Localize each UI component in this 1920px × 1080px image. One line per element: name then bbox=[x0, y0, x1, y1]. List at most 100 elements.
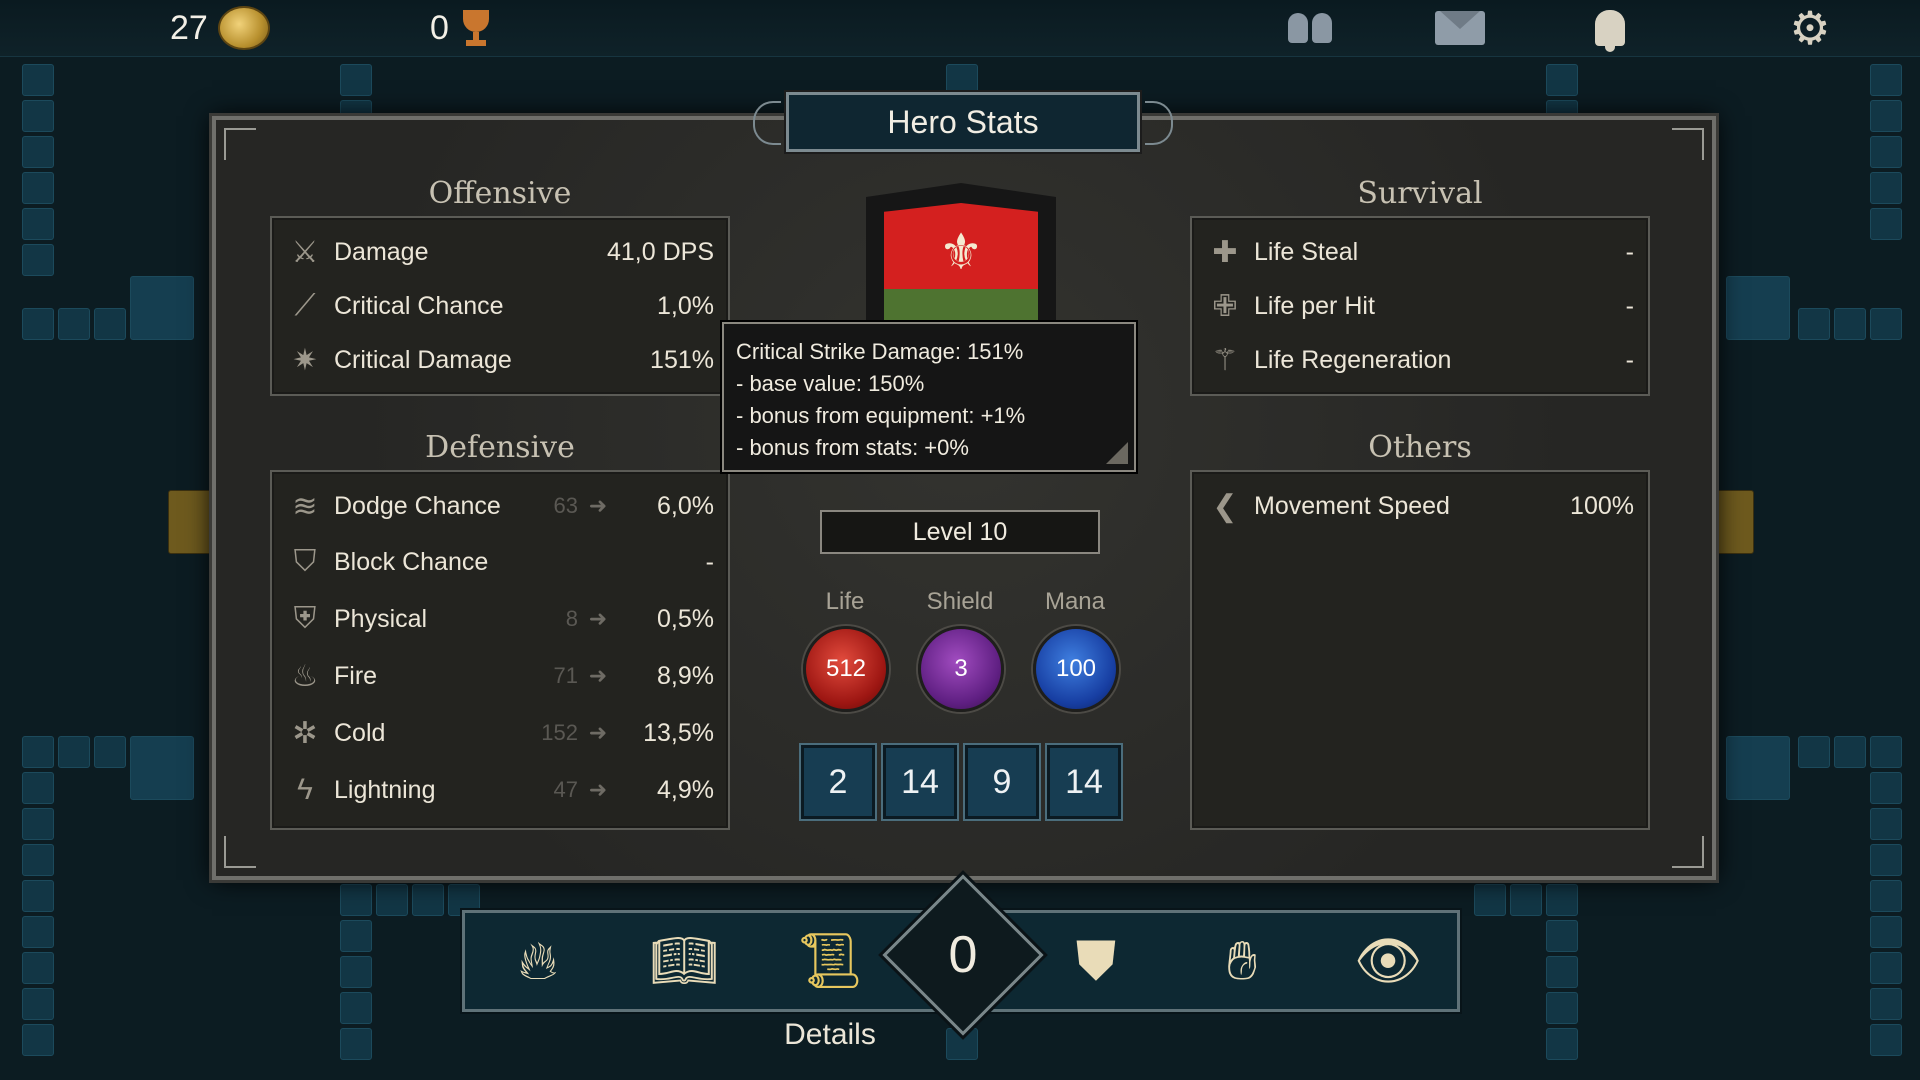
stat-row-fire[interactable]: ♨ Fire 71 ➜ 8,9% bbox=[272, 652, 728, 700]
stat-row-critical-chance[interactable]: ⟋ Critical Chance 1,0% bbox=[272, 282, 728, 330]
shield-icon: ⛉ bbox=[293, 545, 317, 578]
offensive-title: Offensive bbox=[428, 176, 572, 211]
tooltip-line: - base value: 150% bbox=[736, 371, 925, 396]
trophy-amount: 0 bbox=[430, 8, 449, 47]
others-box: ❮ Movement Speed 100% bbox=[1190, 470, 1650, 830]
arrow-right-icon: ➜ bbox=[588, 493, 608, 518]
stat-label: Life Steal bbox=[1254, 237, 1359, 266]
stat-value: 8,9% bbox=[657, 661, 714, 690]
life-steal-icon: ✚ bbox=[1212, 235, 1238, 269]
attribute-intelligence[interactable]: 9 bbox=[965, 745, 1039, 819]
armor-button[interactable]: ⛊ bbox=[1057, 927, 1135, 995]
friends-icon[interactable] bbox=[1282, 6, 1338, 50]
survival-title: Survival bbox=[1357, 176, 1483, 211]
mail-button[interactable] bbox=[1432, 6, 1488, 50]
book-icon: 📖︎ bbox=[649, 930, 719, 991]
panel-corner-ornament bbox=[224, 128, 256, 160]
details-button[interactable]: 📜︎ bbox=[791, 927, 869, 995]
shield-orb: 3 bbox=[918, 626, 1004, 712]
mana-label: Mana bbox=[1044, 588, 1106, 615]
stat-row-life-steal[interactable]: ✚ Life Steal - bbox=[1192, 228, 1648, 276]
stat-label: Critical Damage bbox=[334, 345, 512, 374]
dodge-icon: ≋ bbox=[292, 489, 318, 523]
burst-icon: ✷ bbox=[292, 343, 318, 377]
stat-value: - bbox=[1625, 345, 1634, 374]
stat-row-critical-damage[interactable]: ✷ Critical Damage 151% bbox=[272, 336, 728, 384]
slash-icon: ⟋ bbox=[294, 289, 316, 322]
stat-value: 100% bbox=[1570, 491, 1634, 520]
others-title: Others bbox=[1368, 430, 1472, 465]
stat-base-value: 47 bbox=[553, 777, 578, 802]
hand-icon: ✋︎ bbox=[1226, 930, 1258, 991]
stat-base-value: 8 bbox=[565, 606, 578, 631]
stat-row-movement-speed[interactable]: ❮ Movement Speed 100% bbox=[1192, 482, 1648, 530]
eye-icon: 👁︎ bbox=[1353, 930, 1423, 991]
stat-value: - bbox=[1625, 291, 1634, 320]
cold-shield-icon: ✲ bbox=[292, 716, 318, 750]
stat-label: Damage bbox=[334, 237, 429, 266]
stat-row-dodge-chance[interactable]: ≋ Dodge Chance 63 ➜ 6,0% bbox=[272, 482, 728, 530]
stat-row-cold[interactable]: ✲ Cold 152 ➜ 13,5% bbox=[272, 709, 728, 757]
stat-row-life-regeneration[interactable]: ⚚ Life Regeneration - bbox=[1192, 336, 1648, 384]
stat-row-damage[interactable]: ⚔ Damage 41,0 DPS bbox=[272, 228, 728, 276]
fleur-de-lis-icon: ⚜ bbox=[938, 224, 984, 280]
settings-button[interactable]: ⚙ bbox=[1782, 5, 1838, 51]
stat-label: Fire bbox=[334, 661, 378, 690]
bell-icon bbox=[1595, 10, 1625, 52]
stat-value: 6,0% bbox=[657, 491, 714, 520]
stat-value: 4,9% bbox=[657, 775, 714, 804]
hand-button[interactable]: ✋︎ bbox=[1203, 927, 1281, 995]
stat-base-value: 152 bbox=[541, 720, 578, 745]
book-button[interactable]: 📖︎ bbox=[645, 927, 723, 995]
eye-button[interactable]: 👁︎ bbox=[1349, 927, 1427, 995]
scroll-icon: 📜︎ bbox=[795, 930, 865, 991]
defensive-box: ≋ Dodge Chance 63 ➜ 6,0% ⛉ Block Chance … bbox=[270, 470, 730, 830]
stat-label: Physical bbox=[334, 604, 428, 633]
notifications-button[interactable] bbox=[1582, 6, 1638, 52]
offensive-box: ⚔ Damage 41,0 DPS ⟋ Critical Chance 1,0%… bbox=[270, 216, 730, 396]
life-label: Life bbox=[825, 588, 865, 615]
stat-base-value: 63 bbox=[553, 493, 578, 518]
stat-base-value: 71 bbox=[553, 663, 578, 688]
available-points: 0 bbox=[948, 926, 978, 984]
stat-label: Life per Hit bbox=[1254, 291, 1375, 320]
attribute-vitality[interactable]: 14 bbox=[1047, 745, 1121, 819]
life-orb: 512 bbox=[803, 626, 889, 712]
mail-icon bbox=[1435, 11, 1485, 45]
campfire-button[interactable]: 🔥︎ bbox=[499, 927, 577, 995]
stat-label: Lightning bbox=[334, 775, 436, 804]
stat-row-lightning[interactable]: ϟ Lightning 47 ➜ 4,9% bbox=[272, 766, 728, 814]
life-hit-icon: ✙ bbox=[1212, 289, 1238, 323]
stat-value: 0,5% bbox=[657, 604, 714, 633]
stat-label: Life Regeneration bbox=[1254, 345, 1452, 374]
regen-icon: ⚚ bbox=[1211, 343, 1239, 377]
top-bar: 27 0 ⚙ bbox=[0, 0, 1920, 57]
movement-icon: ❮ bbox=[1212, 489, 1238, 523]
stat-row-block-chance[interactable]: ⛉ Block Chance - bbox=[272, 538, 728, 586]
tooltip-line: - bonus from equipment: +1% bbox=[736, 403, 1026, 428]
arrow-right-icon: ➜ bbox=[588, 777, 608, 802]
tooltip-grip-icon bbox=[1106, 442, 1128, 464]
stat-row-physical[interactable]: ⛨ Physical 8 ➜ 0,5% bbox=[272, 595, 728, 643]
attribute-strength[interactable]: 2 bbox=[801, 745, 875, 819]
gold-counter: 27 bbox=[170, 6, 270, 50]
stat-value: 151% bbox=[650, 345, 714, 374]
crossed-swords-icon: ⚔ bbox=[291, 235, 319, 269]
stat-label: Critical Chance bbox=[334, 291, 504, 320]
attribute-dexterity[interactable]: 14 bbox=[883, 745, 957, 819]
lightning-shield-icon: ϟ bbox=[297, 773, 313, 806]
stat-row-life-per-hit[interactable]: ✙ Life per Hit - bbox=[1192, 282, 1648, 330]
stat-value: - bbox=[1625, 237, 1634, 266]
gold-coin-icon bbox=[217, 6, 270, 50]
stat-tooltip: Critical Strike Damage: 151% - base valu… bbox=[722, 322, 1136, 472]
stat-value: 41,0 DPS bbox=[606, 237, 714, 266]
trophy-counter: 0 bbox=[430, 6, 493, 50]
arrow-right-icon: ➜ bbox=[588, 663, 608, 688]
tooltip-line: Critical Strike Damage: 151% bbox=[736, 339, 1024, 364]
survival-box: ✚ Life Steal - ✙ Life per Hit - ⚚ Life R… bbox=[1190, 216, 1650, 396]
stat-label: Dodge Chance bbox=[334, 491, 501, 520]
campfire-icon: 🔥︎ bbox=[518, 930, 558, 991]
defensive-title: Defensive bbox=[425, 430, 575, 465]
helmet-icon: ⛨ bbox=[293, 602, 317, 635]
stat-value: - bbox=[705, 547, 714, 576]
